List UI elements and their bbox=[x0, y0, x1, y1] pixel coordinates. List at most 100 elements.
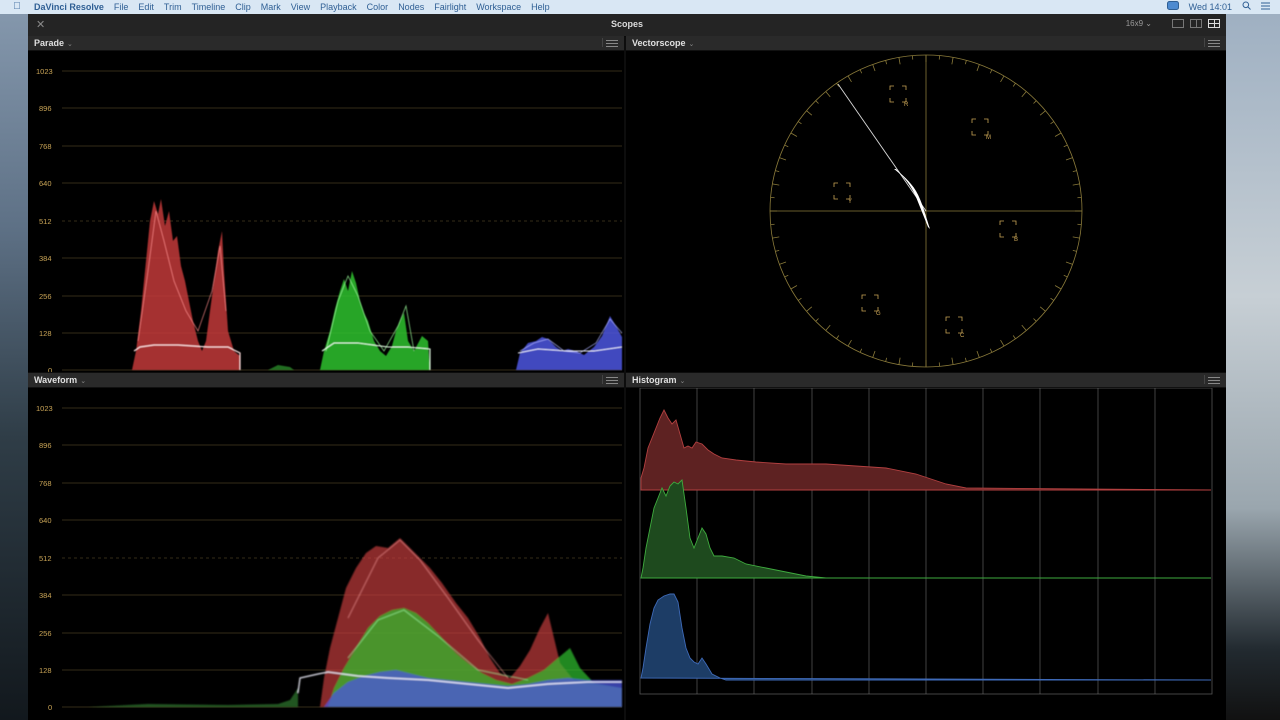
scale-label: 384 bbox=[39, 254, 52, 263]
menu-item-view[interactable]: View bbox=[291, 0, 310, 14]
quad-layout-icon[interactable] bbox=[1208, 19, 1220, 28]
vectorscope-tick bbox=[825, 324, 831, 331]
vectorscope-tick bbox=[1065, 261, 1073, 265]
scale-label: 128 bbox=[39, 329, 52, 338]
target-label-r: R bbox=[904, 102, 909, 108]
histogram-options-icon[interactable] bbox=[1204, 375, 1220, 384]
desktop-background-right bbox=[1226, 14, 1280, 720]
menu-item-playback[interactable]: Playback bbox=[320, 0, 357, 14]
parade-panel: Parade ⌄ 1023 896 768 640 512 384 256 12… bbox=[28, 36, 624, 372]
menu-item-workspace[interactable]: Workspace bbox=[476, 0, 521, 14]
vectorscope-tick bbox=[1072, 236, 1080, 239]
parade-scale-labels: 1023 896 768 640 512 384 256 128 0 bbox=[36, 67, 53, 372]
menu-item-trim[interactable]: Trim bbox=[164, 0, 182, 14]
vectorscope-tick bbox=[825, 91, 831, 98]
parade-options-icon[interactable] bbox=[602, 38, 618, 47]
scale-label: 640 bbox=[39, 516, 52, 525]
vectorscope-options-icon[interactable] bbox=[1204, 38, 1220, 47]
vectorscope-tick bbox=[1063, 274, 1068, 278]
vectorscope-tick bbox=[1039, 306, 1046, 312]
vectorscope-tick bbox=[1039, 110, 1046, 116]
chevron-down-icon[interactable]: ⌄ bbox=[80, 378, 86, 385]
vectorscope-tick bbox=[775, 249, 780, 252]
vectorscope-tick bbox=[976, 64, 980, 72]
vectorscope-tick bbox=[1050, 297, 1055, 301]
scale-label: 896 bbox=[39, 441, 52, 450]
vectorscope-tick bbox=[772, 183, 780, 186]
chevron-down-icon[interactable]: ⌄ bbox=[680, 378, 686, 385]
parade-green-trace bbox=[268, 271, 431, 370]
histogram-plot bbox=[626, 388, 1226, 720]
vectorscope-tick bbox=[779, 261, 787, 265]
vectorscope-tick bbox=[989, 69, 993, 74]
vectorscope-tick bbox=[797, 121, 802, 125]
menu-clock[interactable]: Wed 14:01 bbox=[1189, 0, 1232, 14]
single-layout-icon[interactable] bbox=[1172, 19, 1184, 28]
menu-item-fairlight[interactable]: Fairlight bbox=[434, 0, 466, 14]
menu-item-help[interactable]: Help bbox=[531, 0, 550, 14]
vectorscope-tick bbox=[976, 350, 980, 358]
aspect-ratio-dropdown[interactable]: 16x9 ⌄ bbox=[1126, 19, 1152, 28]
vectorscope-tick bbox=[1033, 318, 1037, 322]
parade-red-trace bbox=[132, 199, 241, 370]
window-titlebar: ✕ Scopes 16x9 ⌄ bbox=[28, 14, 1226, 37]
target-label-c: C bbox=[960, 333, 965, 339]
vectorscope-tick bbox=[859, 69, 863, 74]
vectorscope-tick bbox=[1000, 75, 1005, 83]
skin-tone-line bbox=[837, 83, 927, 212]
dual-layout-icon[interactable] bbox=[1190, 19, 1202, 28]
vectorscope-tick bbox=[872, 350, 876, 358]
vectorscope-tick bbox=[784, 144, 789, 148]
vectorscope-tick bbox=[836, 335, 840, 340]
histogram-panel: Histogram ⌄ bbox=[626, 373, 1226, 720]
vectorscope-tick bbox=[898, 57, 901, 65]
menu-item-nodes[interactable]: Nodes bbox=[398, 0, 424, 14]
apple-icon[interactable]:  bbox=[10, 0, 24, 14]
waveform-scale-labels: 1023 896 768 640 512 384 256 128 0 bbox=[36, 404, 53, 712]
chevron-down-icon[interactable]: ⌄ bbox=[67, 41, 73, 48]
menu-app-name[interactable]: DaVinci Resolve bbox=[34, 0, 104, 14]
aspect-ratio-value: 16x9 bbox=[1125, 19, 1144, 28]
menu-item-timeline[interactable]: Timeline bbox=[192, 0, 226, 14]
menu-item-edit[interactable]: Edit bbox=[138, 0, 154, 14]
target-label-g: G bbox=[876, 311, 881, 317]
vectorscope-tick bbox=[885, 357, 888, 362]
spotlight-search-icon[interactable] bbox=[1242, 0, 1251, 14]
parade-header[interactable]: Parade ⌄ bbox=[28, 36, 624, 51]
menu-bar:  DaVinci Resolve File Edit Trim Timelin… bbox=[0, 0, 1280, 14]
scale-label: 768 bbox=[39, 479, 52, 488]
vectorscope-plot: R M Y B G C bbox=[626, 51, 1226, 372]
vectorscope-tick bbox=[964, 357, 967, 362]
menu-item-clip[interactable]: Clip bbox=[235, 0, 251, 14]
menu-item-file[interactable]: File bbox=[114, 0, 129, 14]
chevron-down-icon[interactable]: ⌄ bbox=[689, 41, 695, 48]
vectorscope-header[interactable]: Vectorscope ⌄ bbox=[626, 36, 1226, 51]
vectorscope-tick bbox=[806, 110, 813, 116]
vectorscope-tick bbox=[859, 348, 863, 353]
vectorscope-panel: Vectorscope ⌄ R M Y B G C bbox=[626, 36, 1226, 372]
parade-plot: 1023 896 768 640 512 384 256 128 0 bbox=[28, 51, 624, 372]
vectorscope-tick bbox=[1000, 339, 1005, 347]
finder-icon[interactable] bbox=[1166, 0, 1179, 14]
vectorscope-tick bbox=[1072, 170, 1077, 173]
waveform-options-icon[interactable] bbox=[602, 375, 618, 384]
window-title: Scopes bbox=[610, 19, 643, 29]
scale-label: 0 bbox=[48, 366, 52, 372]
menu-item-mark[interactable]: Mark bbox=[261, 0, 281, 14]
scale-label: 0 bbox=[48, 703, 52, 712]
scale-label: 1023 bbox=[36, 67, 53, 76]
vectorscope-tick bbox=[779, 157, 787, 161]
waveform-header[interactable]: Waveform ⌄ bbox=[28, 373, 624, 388]
vectorscope-title: Vectorscope bbox=[632, 38, 686, 48]
menu-item-color[interactable]: Color bbox=[367, 0, 389, 14]
histogram-header[interactable]: Histogram ⌄ bbox=[626, 373, 1226, 388]
scale-label: 1023 bbox=[36, 404, 53, 413]
vectorscope-trace bbox=[894, 169, 930, 229]
vectorscope-tick bbox=[1054, 132, 1062, 137]
parade-title: Parade bbox=[34, 38, 65, 48]
vectorscope-tick bbox=[1065, 157, 1073, 161]
parade-blue-trace bbox=[516, 316, 623, 370]
notification-center-icon[interactable] bbox=[1261, 0, 1270, 14]
vectorscope-tick bbox=[951, 57, 954, 65]
waveform-trace bbox=[88, 538, 622, 707]
